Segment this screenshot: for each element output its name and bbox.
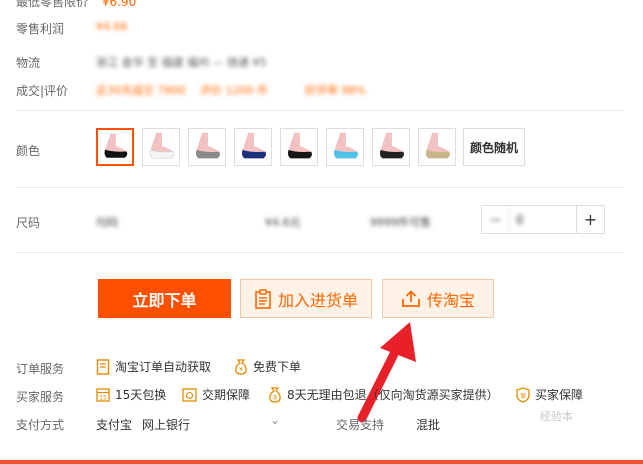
divider-size (16, 252, 624, 253)
trade-support-label: 交易支持 (336, 418, 385, 432)
buyer-service-item-1-label: 15天包换 (115, 388, 167, 402)
buyer-service-item-1: 15 15天包换 (96, 386, 166, 403)
profit-value: ¥4.66 (96, 20, 128, 33)
red-arrow-icon (357, 322, 416, 423)
min-price-value: ¥6.90 (101, 0, 137, 9)
upload-icon (402, 289, 420, 307)
calendar-icon: 15 (96, 388, 110, 402)
swatch-black-2[interactable] (280, 128, 318, 166)
svg-text:保: 保 (520, 392, 526, 400)
size-label: 尺码 (16, 216, 41, 230)
buyer-service-item-2: 交期保障 (182, 386, 250, 403)
quantity-stepper: − 0 + (481, 205, 605, 234)
trade-support-value: 混批 (416, 418, 441, 432)
buyer-service-item-4: 保 买家保障 (516, 386, 583, 403)
logistics-label: 物流 (16, 56, 41, 70)
color-label: 颜色 (16, 144, 41, 158)
size-name: 均码 (96, 216, 118, 229)
clipboard-icon (255, 288, 271, 309)
watermark-text: 经验本 (540, 410, 573, 423)
clock-calendar-icon (182, 388, 197, 402)
swatch-black[interactable] (96, 128, 134, 166)
payment-method-alipay: 支付宝 (96, 418, 133, 432)
add-to-purchase-list-label: 加入进货单 (277, 290, 358, 310)
minus-icon[interactable]: − (482, 206, 510, 233)
min-price-label: 最低零售限价 (16, 0, 89, 9)
swatch-random[interactable]: 颜色随机 (463, 128, 525, 166)
order-service-item-2-label: 免费下单 (253, 360, 302, 374)
svg-text:¥: ¥ (239, 366, 243, 373)
push-to-taobao-label: 传淘宝 (426, 290, 475, 310)
add-to-purchase-list-button[interactable]: 加入进货单 (240, 279, 372, 318)
shield-icon: 保 (516, 386, 530, 403)
bottom-accent-bar (0, 460, 643, 464)
chevron-down-icon[interactable]: ⌄ (270, 413, 280, 427)
payment-method-bank: 网上银行 (142, 418, 191, 432)
swatch-gray[interactable] (188, 128, 226, 166)
swatch-sky-blue[interactable] (326, 128, 364, 166)
min-price-row: 最低零售限价 ¥6.90 (16, 0, 136, 10)
svg-text:8: 8 (273, 394, 277, 401)
buyer-service-label: 买家服务 (16, 390, 65, 404)
deal-value-sales[interactable]: 近30天成交 7800 (96, 82, 186, 98)
money-bag-icon: ¥ (235, 358, 247, 375)
deal-label: 成交|评价 (16, 84, 69, 98)
deal-value-rate: 好评率 98% (305, 84, 366, 97)
svg-text:15: 15 (99, 395, 107, 402)
order-service-label: 订单服务 (16, 362, 65, 376)
logistics-value: 浙江 金华 至 福建 福州 — 快递 ¥5 (96, 56, 267, 69)
quantity-input[interactable]: 0 (510, 206, 576, 233)
buyer-service-item-3-label: 8天无理由包退（仅向淘货源买家提供） (287, 388, 499, 402)
plus-icon[interactable]: + (576, 206, 604, 233)
buyer-service-item-4-label: 买家保障 (535, 388, 584, 402)
buyer-service-item-2-label: 交期保障 (202, 388, 251, 402)
buy-now-label: 立即下单 (132, 290, 197, 310)
swatch-white[interactable] (142, 128, 180, 166)
order-service-item-2: ¥ 免费下单 (234, 358, 301, 375)
document-icon (96, 358, 110, 375)
order-service-item-1-label: 淘宝订单自动获取 (115, 360, 212, 374)
size-stock: 9999件可售 (370, 216, 431, 229)
push-to-taobao-button[interactable]: 传淘宝 (382, 279, 494, 318)
payment-label: 支付方式 (16, 418, 65, 432)
buyer-service-item-3: 8 8天无理由包退（仅向淘货源买家提供） (268, 386, 499, 403)
size-price: ¥4.6元 (265, 216, 301, 229)
swatch-khaki[interactable] (418, 128, 456, 166)
deal-value-reviews[interactable]: 评价 1200 件 (200, 82, 268, 98)
swatch-black-3[interactable] (372, 128, 410, 166)
buy-now-button[interactable]: 立即下单 (98, 279, 231, 318)
profit-label: 零售利润 (16, 22, 65, 36)
order-service-item-1: 淘宝订单自动获取 (96, 358, 211, 375)
coin-bag-icon: 8 (269, 386, 281, 403)
divider-top (16, 110, 624, 111)
swatch-navy[interactable] (234, 128, 272, 166)
divider-color (16, 187, 624, 188)
